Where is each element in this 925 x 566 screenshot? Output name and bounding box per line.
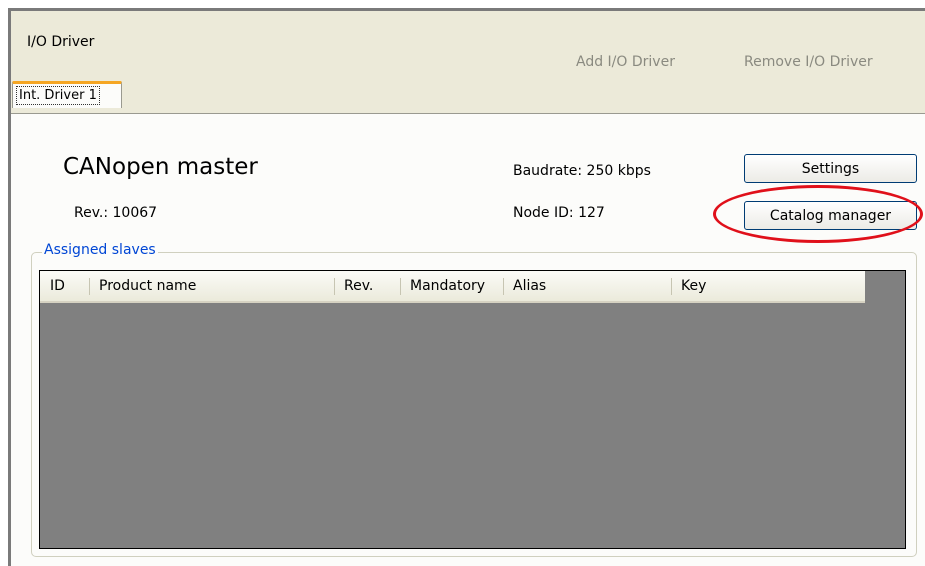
io-driver-window: I/O Driver Add I/O Driver Remove I/O Dri… xyxy=(0,0,925,566)
column-header-id[interactable]: ID xyxy=(40,271,89,301)
settings-button[interactable]: Settings xyxy=(744,154,917,183)
device-revision: Rev.: 10067 xyxy=(74,205,158,221)
tab-label: Int. Driver 1 xyxy=(16,86,100,105)
assigned-slaves-label: Assigned slaves xyxy=(42,242,158,258)
node-id-value: Node ID: 127 xyxy=(513,205,605,221)
column-header-rev[interactable]: Rev. xyxy=(334,271,400,301)
device-title: CANopen master xyxy=(63,154,258,180)
header-title: I/O Driver xyxy=(27,34,95,50)
list-header: ID Product name Rev. Mandatory Alias Key xyxy=(40,271,865,303)
baudrate-value: Baudrate: 250 kbps xyxy=(513,163,651,179)
header-bar: I/O Driver Add I/O Driver Remove I/O Dri… xyxy=(11,11,925,113)
column-header-mandatory[interactable]: Mandatory xyxy=(400,271,503,301)
highlight-ellipse xyxy=(713,185,923,243)
column-header-product-name[interactable]: Product name xyxy=(89,271,334,301)
add-io-driver-button[interactable]: Add I/O Driver xyxy=(576,54,675,70)
remove-io-driver-button[interactable]: Remove I/O Driver xyxy=(744,54,873,70)
column-header-alias[interactable]: Alias xyxy=(503,271,671,301)
tab-int-driver-1[interactable]: Int. Driver 1 xyxy=(12,81,122,108)
slaves-list[interactable]: ID Product name Rev. Mandatory Alias Key xyxy=(39,270,906,549)
column-header-key[interactable]: Key xyxy=(671,271,865,301)
